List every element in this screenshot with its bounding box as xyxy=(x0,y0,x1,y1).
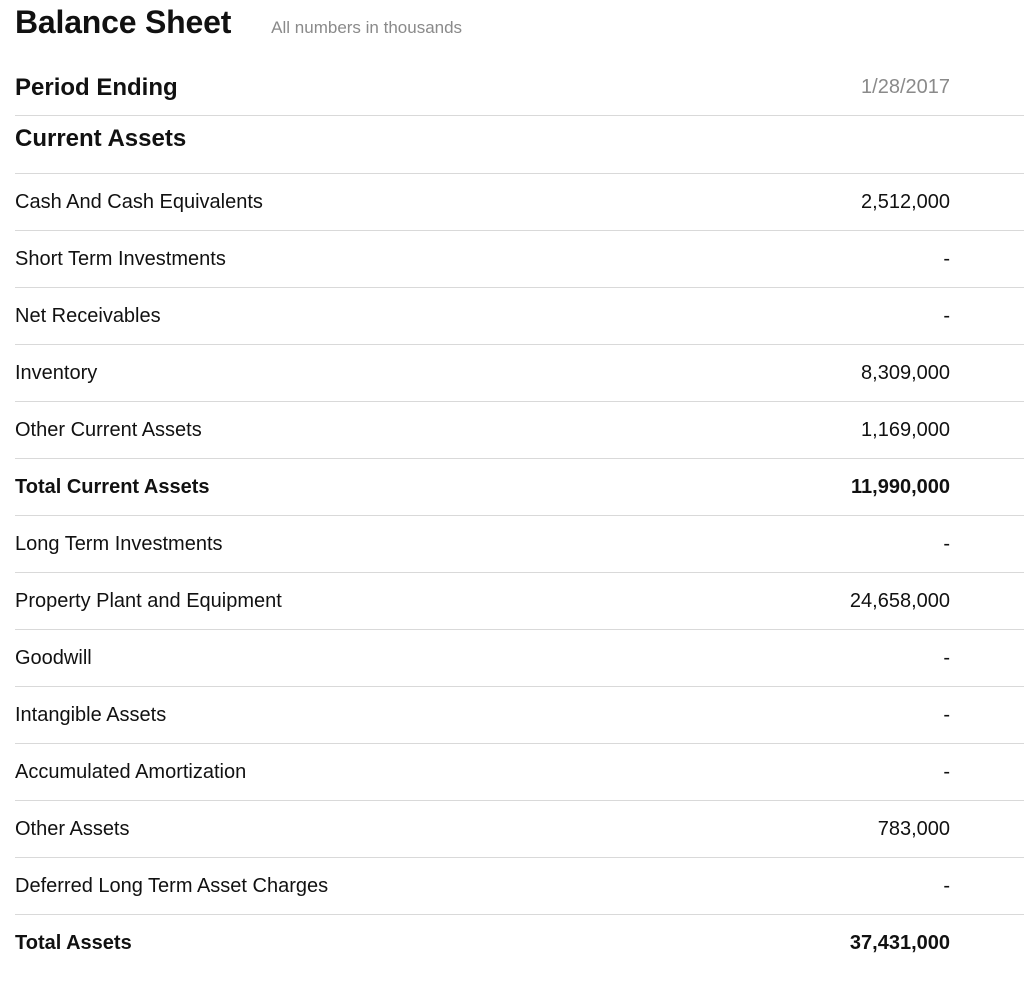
row-value: - xyxy=(943,761,950,783)
row-value: 8,309,000 xyxy=(861,362,950,384)
row-label: Other Assets xyxy=(15,818,130,840)
table-row: Goodwill - xyxy=(15,630,1024,687)
row-value: - xyxy=(943,647,950,669)
current-assets-section-header: Current Assets xyxy=(15,116,1024,174)
row-label: Inventory xyxy=(15,362,98,384)
row-label: Total Assets xyxy=(15,932,132,954)
page-title: Balance Sheet xyxy=(15,4,232,40)
table-row: Intangible Assets - xyxy=(15,687,1024,744)
row-label: Other Current Assets xyxy=(15,419,202,441)
row-label: Property Plant and Equipment xyxy=(15,590,282,612)
units-note: All numbers in thousands xyxy=(271,18,463,37)
row-value: 37,431,000 xyxy=(849,932,950,954)
table-row: Long Term Investments - xyxy=(15,516,1024,573)
table-row: Cash And Cash Equivalents 2,512,000 xyxy=(15,174,1024,231)
row-label: Long Term Investments xyxy=(15,533,223,555)
balance-sheet-page: Balance Sheet All numbers in thousands P… xyxy=(0,0,1024,990)
row-value: - xyxy=(943,305,950,327)
row-value: 24,658,000 xyxy=(849,590,950,612)
row-label: Short Term Investments xyxy=(15,248,226,270)
row-label: Deferred Long Term Asset Charges xyxy=(15,875,329,897)
title-row: Balance Sheet All numbers in thousands xyxy=(15,0,462,48)
row-label: Cash And Cash Equivalents xyxy=(15,191,263,213)
table-row: Inventory 8,309,000 xyxy=(15,345,1024,402)
row-label: Net Receivables xyxy=(15,305,161,327)
table-row: Other Assets 783,000 xyxy=(15,801,1024,858)
total-assets-row: Total Assets 37,431,000 xyxy=(15,915,1024,972)
table-row: Accumulated Amortization - xyxy=(15,744,1024,801)
total-current-assets-row: Total Current Assets 11,990,000 xyxy=(15,459,1024,516)
period-ending-date: 1/28/2017 xyxy=(861,76,950,98)
row-value: - xyxy=(943,704,950,726)
row-value: 1,169,000 xyxy=(861,419,950,441)
row-value: - xyxy=(943,875,950,897)
period-ending-label: Period Ending xyxy=(15,74,178,101)
period-ending-row: Period Ending 1/28/2017 xyxy=(15,59,1024,116)
row-label: Intangible Assets xyxy=(15,704,167,726)
row-value: 2,512,000 xyxy=(861,191,950,213)
balance-sheet-table: Period Ending 1/28/2017 Current Assets C… xyxy=(15,59,1024,972)
table-row: Property Plant and Equipment 24,658,000 xyxy=(15,573,1024,630)
row-label: Total Current Assets xyxy=(15,476,210,498)
row-value: 783,000 xyxy=(877,818,950,840)
section-title: Current Assets xyxy=(15,125,187,152)
row-value: - xyxy=(943,248,950,270)
table-row: Short Term Investments - xyxy=(15,231,1024,288)
table-row: Deferred Long Term Asset Charges - xyxy=(15,858,1024,915)
table-row: Other Current Assets 1,169,000 xyxy=(15,402,1024,459)
table-row: Net Receivables - xyxy=(15,288,1024,345)
row-label: Goodwill xyxy=(15,647,92,669)
row-value: - xyxy=(943,533,950,555)
row-label: Accumulated Amortization xyxy=(15,761,247,783)
row-value: 11,990,000 xyxy=(851,476,950,498)
